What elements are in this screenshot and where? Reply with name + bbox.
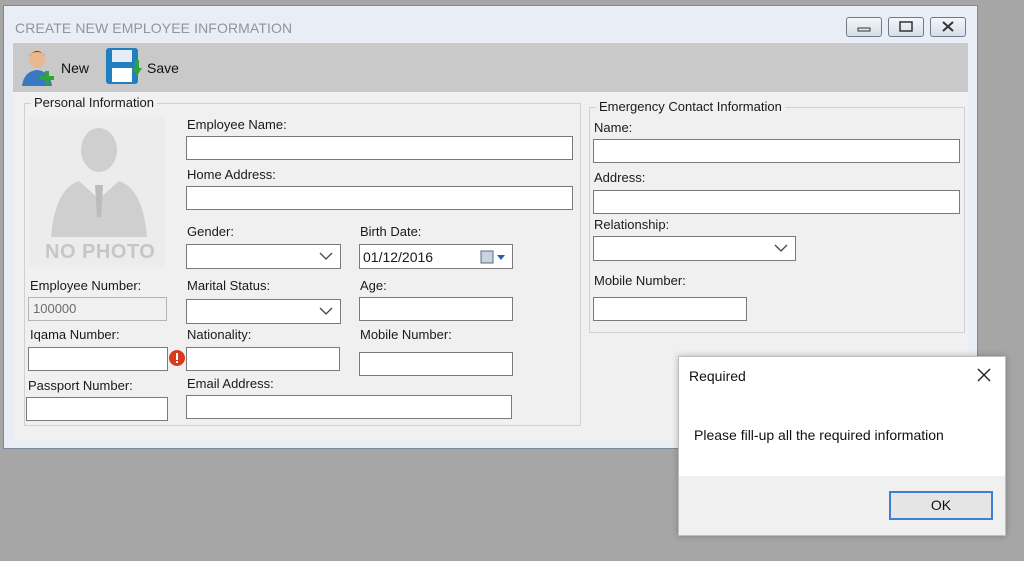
marital-status-label: Marital Status: xyxy=(187,278,271,293)
close-icon[interactable] xyxy=(975,366,993,384)
maximize-button[interactable] xyxy=(888,17,924,37)
employee-name-label: Employee Name: xyxy=(187,117,287,132)
birth-date-label: Birth Date: xyxy=(360,224,422,239)
age-input[interactable] xyxy=(359,297,513,321)
chevron-down-icon xyxy=(774,244,788,252)
employee-photo[interactable]: NO PHOTO xyxy=(29,117,165,267)
emergency-mobile-input[interactable] xyxy=(593,297,747,321)
birth-date-value: 01/12/2016 xyxy=(363,249,434,265)
marital-status-select[interactable] xyxy=(186,299,341,324)
close-window-button[interactable] xyxy=(930,17,966,37)
birth-date-picker[interactable]: 01/12/2016 xyxy=(359,244,513,269)
passport-number-input[interactable] xyxy=(26,397,168,421)
emergency-address-label: Address: xyxy=(594,170,646,185)
dialog-title: Required xyxy=(689,368,746,384)
minimize-button[interactable] xyxy=(846,17,882,37)
employee-name-input[interactable] xyxy=(186,136,573,160)
dialog-message: Please fill-up all the required informat… xyxy=(694,427,944,443)
maximize-icon xyxy=(899,21,913,32)
new-button-label[interactable]: New xyxy=(61,60,89,76)
mobile-number-label: Mobile Number: xyxy=(360,327,452,342)
emergency-contact-legend: Emergency Contact Information xyxy=(596,99,785,114)
window-title: CREATE NEW EMPLOYEE INFORMATION xyxy=(15,20,293,36)
add-user-icon xyxy=(22,50,54,86)
error-icon xyxy=(169,350,185,366)
nationality-input[interactable] xyxy=(186,347,340,371)
emergency-mobile-label: Mobile Number: xyxy=(594,273,686,288)
employee-number-label: Employee Number: xyxy=(30,278,142,293)
relationship-label: Relationship: xyxy=(594,217,670,232)
save-disk-icon xyxy=(106,48,142,84)
mobile-number-input[interactable] xyxy=(359,352,513,376)
emergency-name-input[interactable] xyxy=(593,139,960,163)
employee-number-input[interactable]: 100000 xyxy=(28,297,167,321)
chevron-down-icon xyxy=(319,307,333,315)
no-photo-text: NO PHOTO xyxy=(45,241,156,263)
save-button[interactable] xyxy=(104,46,144,90)
iqama-number-label: Iqama Number: xyxy=(30,327,120,342)
email-address-label: Email Address: xyxy=(187,376,274,391)
iqama-number-input[interactable] xyxy=(28,347,168,371)
gender-label: Gender: xyxy=(187,224,234,239)
email-address-input[interactable] xyxy=(186,395,512,419)
ok-button[interactable]: OK xyxy=(889,491,993,520)
personal-info-legend: Personal Information xyxy=(31,95,157,110)
calendar-icon xyxy=(480,250,505,264)
close-icon xyxy=(942,21,954,32)
home-address-input[interactable] xyxy=(186,186,573,210)
minimize-icon xyxy=(857,27,871,32)
save-button-label[interactable]: Save xyxy=(147,60,179,76)
gender-select[interactable] xyxy=(186,244,341,269)
chevron-down-icon xyxy=(319,252,333,260)
required-dialog: Required Please fill-up all the required… xyxy=(678,356,1006,536)
age-label: Age: xyxy=(360,278,387,293)
person-silhouette-icon xyxy=(51,128,147,237)
nationality-label: Nationality: xyxy=(187,327,252,342)
home-address-label: Home Address: xyxy=(187,167,276,182)
passport-number-label: Passport Number: xyxy=(28,378,133,393)
emergency-address-input[interactable] xyxy=(593,190,960,214)
new-button[interactable] xyxy=(18,46,58,90)
emergency-name-label: Name: xyxy=(594,120,633,135)
dialog-footer: OK xyxy=(679,476,1005,535)
relationship-select[interactable] xyxy=(593,236,796,261)
